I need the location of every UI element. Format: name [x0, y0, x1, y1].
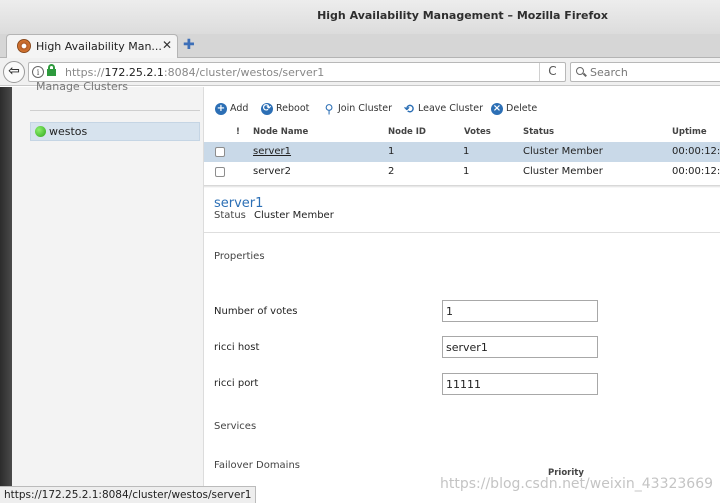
reload-icon[interactable]: C [539, 63, 565, 81]
join-label: Join Cluster [338, 103, 393, 114]
services-heading: Services [214, 421, 257, 432]
row-checkbox[interactable] [215, 167, 225, 177]
table-row[interactable]: server2 2 1 Cluster Member 00:00:12: [204, 162, 720, 182]
info-icon[interactable]: i [32, 66, 44, 78]
row-checkbox[interactable] [215, 147, 225, 157]
url-text[interactable]: https://172.25.2.1:8084/cluster/westos/s… [65, 66, 324, 79]
url-bar[interactable]: i https://172.25.2.1:8084/cluster/westos… [28, 62, 566, 82]
leave-cluster-button[interactable]: ⟲ Leave Cluster [403, 101, 483, 119]
close-tab-icon[interactable]: ✕ [162, 38, 172, 52]
cluster-name: westos [49, 125, 88, 138]
add-label: Add [230, 103, 249, 114]
status-bar-url: https://172.25.2.1:8084/cluster/westos/s… [0, 486, 257, 503]
url-path: :8084/cluster/westos/server1 [163, 66, 325, 79]
lock-icon[interactable] [47, 64, 56, 77]
new-tab-icon[interactable]: ✚ [183, 37, 197, 53]
node-status: Cluster Member [523, 166, 603, 177]
reboot-icon: ⟳ [261, 103, 273, 115]
join-icon: ⚲ [324, 102, 334, 116]
reboot-button[interactable]: ⟳ Reboot [261, 101, 311, 119]
delete-button[interactable]: × Delete [491, 101, 537, 119]
window-title: High Availability Management – Mozilla F… [317, 9, 608, 22]
properties-heading: Properties [214, 251, 265, 262]
ricci-host-field[interactable] [442, 336, 598, 358]
table-header: ! Node Name Node ID Votes Status Uptime [204, 123, 720, 141]
ricci-port-field[interactable] [442, 373, 598, 395]
col-node-id[interactable]: Node ID [388, 127, 426, 137]
failover-domains-heading: Failover Domains [214, 460, 301, 471]
col-flag[interactable]: ! [236, 127, 240, 137]
col-votes[interactable]: Votes [464, 127, 491, 137]
main-panel: + Add ⟳ Reboot ⚲ Join Cluster ⟲ Leave Cl… [204, 87, 720, 503]
node-name-link[interactable]: server2 [253, 166, 291, 177]
url-scheme: https:// [65, 66, 105, 79]
page-content: Manage Clusters westos + Add ⟳ Reboot ⚲ … [0, 80, 720, 503]
table-separator [204, 185, 720, 188]
tab-label: High Availability Man... [36, 40, 162, 53]
search-input[interactable] [590, 65, 710, 79]
votes-label: Number of votes [214, 306, 298, 317]
detail-divider [204, 232, 720, 233]
join-cluster-button[interactable]: ⚲ Join Cluster [323, 101, 393, 119]
node-id: 1 [388, 146, 395, 157]
leave-label: Leave Cluster [418, 103, 483, 114]
status-value: Cluster Member [254, 210, 334, 221]
cluster-status-icon [35, 126, 46, 137]
node-detail-title: server1 [214, 196, 264, 211]
node-votes: 1 [463, 146, 470, 157]
node-uptime: 00:00:12: [672, 146, 720, 157]
table-row[interactable]: server1 1 1 Cluster Member 00:00:12: [204, 142, 720, 162]
sidebar: Manage Clusters westos [12, 80, 204, 503]
reboot-label: Reboot [276, 103, 310, 114]
tab-strip: High Availability Man... ✕ ✚ [0, 34, 720, 58]
node-votes: 1 [463, 166, 470, 177]
leave-icon: ⟲ [403, 102, 415, 116]
col-status[interactable]: Status [523, 127, 554, 137]
node-uptime: 00:00:12: [672, 166, 720, 177]
sidebar-heading[interactable]: Manage Clusters [36, 80, 128, 93]
node-toolbar: + Add ⟳ Reboot ⚲ Join Cluster ⟲ Leave Cl… [204, 101, 720, 121]
votes-field[interactable] [442, 300, 598, 322]
add-button[interactable]: + Add [215, 101, 251, 119]
sidebar-item-westos[interactable]: westos [30, 122, 200, 141]
ricci-host-label: ricci host [214, 342, 260, 353]
node-name-link[interactable]: server1 [253, 146, 291, 157]
left-edge-strip [0, 87, 12, 503]
ricci-port-label: ricci port [214, 378, 259, 389]
favicon-icon [17, 39, 31, 53]
col-node-name[interactable]: Node Name [253, 127, 308, 137]
tab-ha-management[interactable]: High Availability Man... ✕ [6, 34, 178, 58]
delete-label: Delete [506, 103, 538, 114]
sidebar-divider [30, 110, 200, 111]
add-icon: + [215, 103, 227, 115]
search-bar[interactable] [570, 62, 720, 82]
delete-icon: × [491, 103, 503, 115]
node-status: Cluster Member [523, 146, 603, 157]
back-button[interactable]: ⇦ [3, 61, 25, 83]
watermark: https://blog.csdn.net/weixin_43323669 [440, 476, 714, 492]
url-host: 172.25.2.1 [104, 66, 164, 79]
search-icon [576, 67, 587, 77]
status-label: Status [214, 210, 246, 221]
window-titlebar: High Availability Management – Mozilla F… [0, 0, 720, 34]
node-id: 2 [388, 166, 395, 177]
col-uptime[interactable]: Uptime [672, 127, 707, 137]
